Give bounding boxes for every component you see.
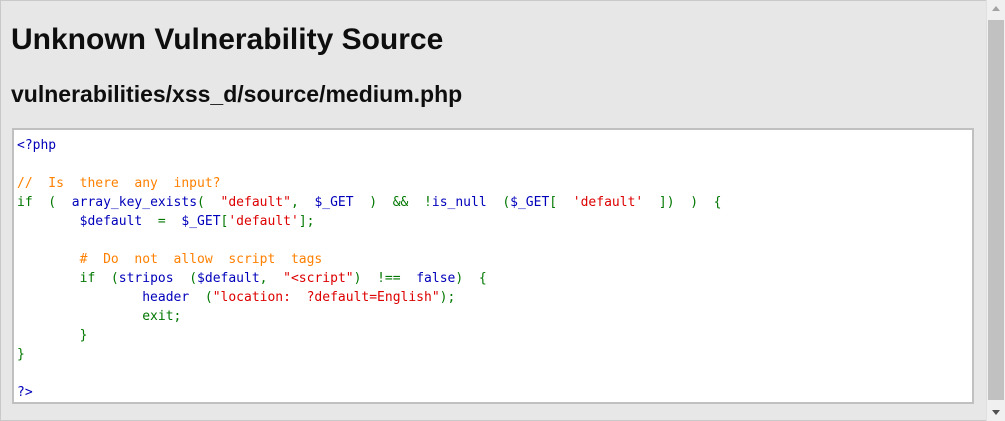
- code-token: ]) ) {: [643, 195, 722, 210]
- code-token: }: [17, 347, 25, 362]
- code-line: }: [17, 326, 972, 345]
- code-token: ?>: [17, 385, 33, 400]
- code-line: ?>: [17, 383, 972, 402]
- code-line: }: [17, 345, 972, 364]
- code-token: false: [416, 271, 456, 286]
- code-token: $_GET: [181, 214, 221, 229]
- page-title: Unknown Vulnerability Source: [11, 23, 444, 56]
- code-token: 'default': [572, 195, 644, 210]
- source-file-path: vulnerabilities/xss_d/source/medium.php: [11, 81, 463, 107]
- code-token: $default: [79, 214, 143, 229]
- code-line: header ("location: ?default=English");: [17, 288, 972, 307]
- code-token: "location: ?default=English": [212, 290, 440, 305]
- code-token: $default: [197, 271, 260, 286]
- code-token: (: [486, 195, 511, 210]
- code-token: (: [197, 195, 221, 210]
- code-line: if ( array_key_exists( "default", $_GET …: [17, 193, 972, 212]
- source-page: Unknown Vulnerability Source vulnerabili…: [0, 0, 986, 421]
- code-line: if (stripos ($default, "<script") !== fa…: [17, 269, 972, 288]
- code-token: header: [142, 290, 190, 305]
- code-line: exit;: [17, 307, 972, 326]
- scroll-up-arrow-icon[interactable]: [987, 0, 1005, 17]
- scrollbar-thumb[interactable]: [988, 20, 1004, 400]
- code-line: // Is there any input?: [17, 174, 972, 193]
- source-code-block: <?php // Is there any input? if ( array_k…: [12, 128, 974, 404]
- code-token: ,: [259, 271, 284, 286]
- code-token: );: [439, 290, 456, 305]
- code-token: "default": [220, 195, 291, 210]
- code-token: (: [173, 271, 198, 286]
- code-token: ) && !: [353, 195, 432, 210]
- code-token: $_GET: [314, 195, 354, 210]
- code-token: is_null: [431, 195, 487, 210]
- code-token: exit;: [142, 309, 182, 324]
- code-token: =: [142, 214, 182, 229]
- code-token: # Do not allow script tags: [79, 252, 323, 267]
- scroll-down-arrow-icon[interactable]: [987, 404, 1005, 421]
- code-token: if (: [17, 195, 72, 210]
- code-line: <?php: [17, 136, 972, 155]
- code-token: (: [189, 290, 213, 305]
- code-line: $default = $_GET['default'];: [17, 212, 972, 231]
- code-token: ];: [298, 214, 315, 229]
- code-token: ) {: [455, 271, 487, 286]
- code-token: <?php: [17, 138, 57, 153]
- code-token: "<script": [283, 271, 354, 286]
- vertical-scrollbar[interactable]: [986, 0, 1005, 421]
- code-token: array_key_exists: [71, 195, 198, 210]
- code-token: ,: [290, 195, 315, 210]
- code-token: stripos: [118, 271, 174, 286]
- code-token: if (: [79, 271, 119, 286]
- code-token: ) !==: [353, 271, 417, 286]
- code-token: }: [79, 328, 88, 343]
- code-token: [: [549, 195, 573, 210]
- code-token: $_GET: [510, 195, 550, 210]
- code-token: // Is there any input?: [17, 176, 221, 191]
- code-token: 'default': [228, 214, 299, 229]
- code-line: # Do not allow script tags: [17, 250, 972, 269]
